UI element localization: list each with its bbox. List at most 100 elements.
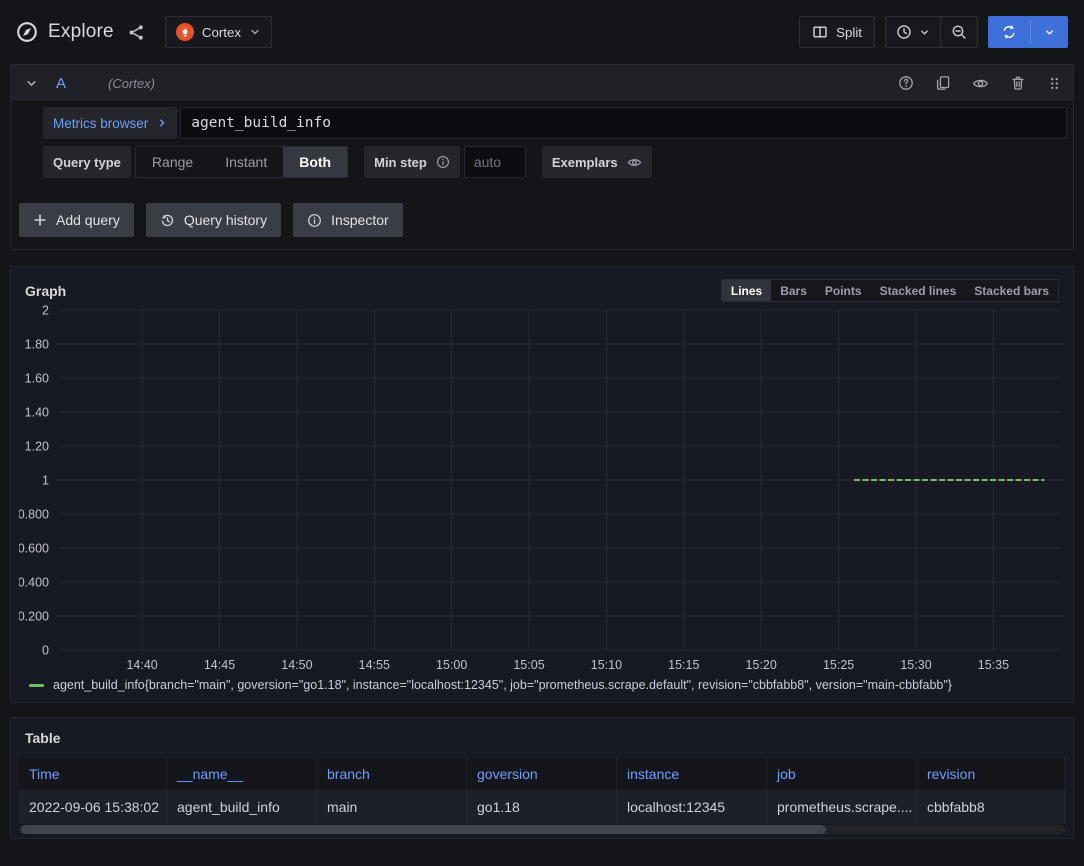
svg-text:15:15: 15:15 bbox=[668, 658, 699, 672]
table-header-branch[interactable]: branch bbox=[317, 758, 467, 790]
query-row-header: A (Cortex) bbox=[11, 65, 1073, 101]
time-picker-button[interactable] bbox=[886, 17, 940, 47]
svg-text:15:25: 15:25 bbox=[823, 658, 854, 672]
table-header-revision[interactable]: revision bbox=[917, 758, 1065, 790]
query-expression-input[interactable] bbox=[180, 107, 1067, 139]
query-type-option-both[interactable]: Both bbox=[283, 147, 347, 177]
query-type-option-range[interactable]: Range bbox=[136, 147, 209, 177]
chevron-down-icon bbox=[919, 27, 930, 38]
time-series-chart[interactable]: 00.2000.4000.6000.80011.201.401.601.8021… bbox=[19, 304, 1067, 676]
info-circle-icon bbox=[436, 155, 450, 169]
svg-text:14:40: 14:40 bbox=[126, 658, 157, 672]
chevron-down-icon bbox=[249, 26, 261, 38]
refresh-icon bbox=[1001, 24, 1017, 40]
svg-text:1: 1 bbox=[42, 474, 49, 488]
query-type-option-instant[interactable]: Instant bbox=[209, 147, 283, 177]
table-cell: cbbfabb8 bbox=[917, 790, 1065, 824]
query-history-label: Query history bbox=[184, 212, 267, 228]
svg-text:15:35: 15:35 bbox=[978, 658, 1009, 672]
query-ref-id: A bbox=[56, 75, 66, 92]
graph-mode-stacked-bars[interactable]: Stacked bars bbox=[965, 280, 1058, 301]
metrics-browser-label: Metrics browser bbox=[53, 116, 148, 131]
table-header-goversion[interactable]: goversion bbox=[467, 758, 617, 790]
y-axis-labels: 00.2000.4000.6000.80011.201.401.601.802 bbox=[19, 304, 49, 658]
table-cell: main bbox=[317, 790, 467, 824]
min-step-input[interactable] bbox=[464, 146, 526, 178]
svg-text:1.40: 1.40 bbox=[25, 406, 49, 420]
add-query-button[interactable]: Add query bbox=[19, 203, 134, 237]
svg-text:1.20: 1.20 bbox=[25, 440, 49, 454]
topbar: Explore Cortex bbox=[0, 0, 1084, 64]
table-header-row: Time__name__branchgoversioninstancejobre… bbox=[19, 758, 1065, 790]
svg-text:15:10: 15:10 bbox=[591, 658, 622, 672]
query-editor-panel: A (Cortex) bbox=[10, 64, 1074, 250]
svg-text:14:45: 14:45 bbox=[204, 658, 235, 672]
toggle-query-visibility-button[interactable] bbox=[971, 74, 990, 93]
trash-icon bbox=[1010, 75, 1026, 91]
svg-text:2: 2 bbox=[42, 304, 49, 318]
grid-lines bbox=[57, 310, 1063, 650]
table-header-instance[interactable]: instance bbox=[617, 758, 767, 790]
share-icon[interactable] bbox=[126, 22, 147, 43]
split-button[interactable]: Split bbox=[799, 16, 875, 48]
split-icon bbox=[812, 24, 828, 40]
table-body: 2022-09-06 15:38:02agent_build_infomaing… bbox=[19, 790, 1065, 824]
plus-icon bbox=[33, 213, 47, 227]
table-header-job[interactable]: job bbox=[767, 758, 917, 790]
legend-item[interactable]: agent_build_info{branch="main", goversio… bbox=[19, 676, 1065, 696]
query-help-button[interactable] bbox=[897, 74, 915, 92]
clock-icon bbox=[896, 24, 912, 40]
query-type-radio-group: RangeInstantBoth bbox=[135, 146, 348, 178]
svg-text:0.600: 0.600 bbox=[19, 542, 49, 556]
svg-text:14:55: 14:55 bbox=[359, 658, 390, 672]
query-history-button[interactable]: Query history bbox=[146, 203, 281, 237]
collapse-query-icon[interactable] bbox=[21, 75, 42, 92]
refresh-button-group bbox=[988, 16, 1068, 48]
refresh-button[interactable] bbox=[988, 16, 1030, 48]
svg-text:15:30: 15:30 bbox=[900, 658, 931, 672]
svg-text:15:00: 15:00 bbox=[436, 658, 467, 672]
table-panel: Table Time__name__branchgoversioninstanc… bbox=[10, 717, 1074, 839]
table-panel-title: Table bbox=[19, 726, 1065, 758]
query-datasource-hint: (Cortex) bbox=[108, 76, 155, 91]
scrollbar-thumb[interactable] bbox=[21, 825, 826, 834]
eye-icon bbox=[972, 75, 989, 92]
graph-mode-stacked-lines[interactable]: Stacked lines bbox=[871, 280, 966, 301]
refresh-interval-dropdown[interactable] bbox=[1031, 16, 1068, 48]
datasource-name: Cortex bbox=[202, 25, 241, 40]
inspector-button[interactable]: Inspector bbox=[293, 203, 403, 237]
query-type-label: Query type bbox=[43, 146, 131, 178]
datasource-picker[interactable]: Cortex bbox=[165, 16, 272, 48]
svg-text:1.60: 1.60 bbox=[25, 372, 49, 386]
table-cell: go1.18 bbox=[467, 790, 617, 824]
drag-handle[interactable] bbox=[1046, 75, 1063, 92]
legend-series-color-icon bbox=[29, 684, 44, 687]
chevron-right-icon bbox=[157, 118, 167, 128]
table-header-name[interactable]: __name__ bbox=[167, 758, 317, 790]
graph-panel-title: Graph bbox=[25, 283, 66, 299]
info-circle-icon bbox=[307, 213, 322, 228]
exemplars-label: Exemplars bbox=[552, 155, 618, 170]
table-header-time[interactable]: Time bbox=[19, 758, 167, 790]
split-label: Split bbox=[836, 25, 862, 40]
metrics-browser-button[interactable]: Metrics browser bbox=[43, 107, 177, 139]
graph-mode-points[interactable]: Points bbox=[816, 280, 871, 301]
table-cell: prometheus.scrape.... bbox=[767, 790, 917, 824]
duplicate-query-button[interactable] bbox=[934, 74, 952, 92]
graph-mode-bars[interactable]: Bars bbox=[771, 280, 816, 301]
min-step-label: Min step bbox=[364, 146, 460, 178]
svg-text:0.800: 0.800 bbox=[19, 508, 49, 522]
exemplars-toggle[interactable]: Exemplars bbox=[542, 146, 652, 178]
table-cell: 2022-09-06 15:38:02 bbox=[19, 790, 167, 824]
zoom-out-icon bbox=[951, 24, 967, 40]
legend-series-label: agent_build_info{branch="main", goversio… bbox=[53, 678, 952, 692]
svg-text:1.80: 1.80 bbox=[25, 338, 49, 352]
delete-query-button[interactable] bbox=[1009, 74, 1027, 92]
help-circle-icon bbox=[898, 75, 914, 91]
table-cell: localhost:12345 bbox=[617, 790, 767, 824]
svg-text:0.200: 0.200 bbox=[19, 610, 49, 624]
graph-mode-lines[interactable]: Lines bbox=[722, 280, 771, 301]
inspector-label: Inspector bbox=[331, 212, 389, 228]
svg-text:14:50: 14:50 bbox=[281, 658, 312, 672]
zoom-out-button[interactable] bbox=[941, 17, 977, 47]
